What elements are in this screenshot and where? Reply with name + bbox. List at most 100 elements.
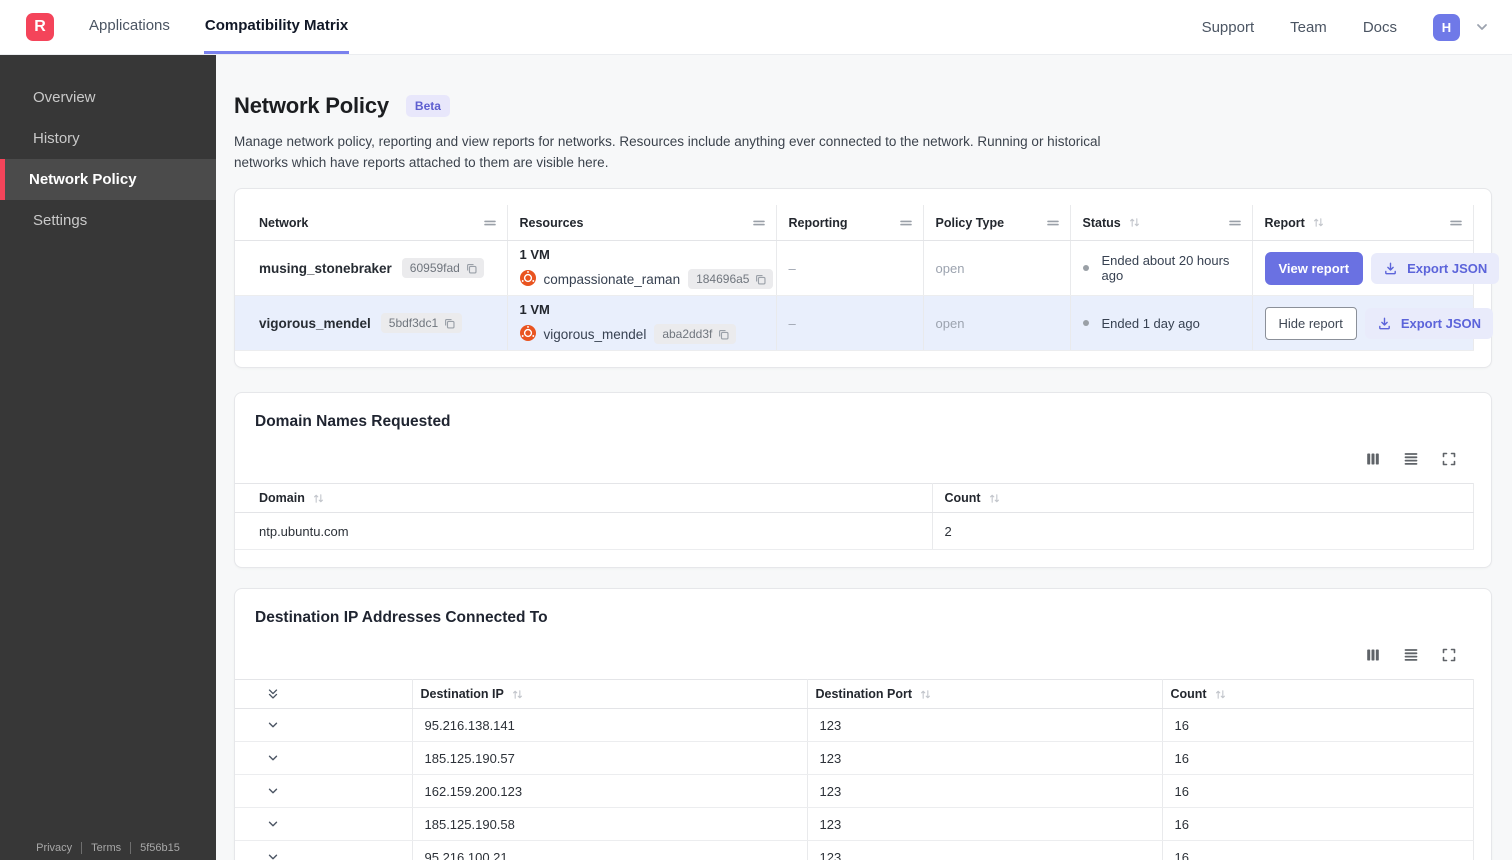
sort-icon	[919, 688, 932, 701]
column-menu-icon[interactable]	[1228, 216, 1242, 230]
chevron-down-icon[interactable]	[266, 784, 280, 798]
domain-cell: ntp.ubuntu.com	[235, 512, 933, 551]
sidebar: Overview History Network Policy Settings…	[0, 55, 216, 860]
status-cell: Ended 1 day ago	[1070, 295, 1253, 352]
column-header-report[interactable]: Report	[1252, 204, 1474, 242]
sort-icon	[511, 688, 524, 701]
ip-row: 95.216.100.21 123 16	[235, 840, 1474, 860]
nav-link-team[interactable]: Team	[1290, 19, 1327, 36]
column-header-domain[interactable]: Domain	[235, 483, 933, 514]
network-cell: musing_stonebraker 60959fad	[235, 240, 508, 297]
beta-badge: Beta	[405, 95, 450, 117]
count-cell: 16	[1162, 774, 1474, 809]
destination-port-cell: 123	[807, 741, 1163, 776]
column-header-count[interactable]: Count	[1162, 679, 1474, 710]
sidebar-item-history[interactable]: History	[0, 118, 216, 159]
chevron-down-icon[interactable]	[266, 751, 280, 765]
rows-icon[interactable]	[1403, 451, 1419, 467]
column-header-resources[interactable]: Resources	[507, 204, 777, 242]
download-icon	[1377, 316, 1392, 331]
status-dot	[1082, 320, 1089, 327]
column-menu-icon[interactable]	[483, 216, 497, 230]
copy-icon[interactable]	[465, 262, 478, 275]
expand-icon[interactable]	[1441, 451, 1457, 467]
domain-row: ntp.ubuntu.com 2	[235, 512, 1474, 551]
sort-icon	[1214, 688, 1227, 701]
column-header-destination-port[interactable]: Destination Port	[807, 679, 1163, 710]
network-id-badge: 60959fad	[401, 258, 484, 279]
chevron-down-icon[interactable]	[266, 718, 280, 732]
column-menu-icon[interactable]	[1046, 216, 1060, 230]
copy-icon[interactable]	[717, 328, 730, 341]
page-description: Manage network policy, reporting and vie…	[234, 134, 1101, 170]
view-report-button[interactable]: View report	[1264, 251, 1364, 285]
column-header-destination-ip[interactable]: Destination IP	[412, 679, 808, 710]
privacy-link[interactable]: Privacy	[27, 842, 81, 854]
card-title: Domain Names Requested	[255, 413, 451, 431]
expand-icon[interactable]	[1441, 647, 1457, 663]
rows-icon[interactable]	[1403, 647, 1419, 663]
sidebar-item-network-policy[interactable]: Network Policy	[0, 159, 216, 200]
app-logo[interactable]: R	[26, 13, 54, 41]
copy-icon[interactable]	[443, 317, 456, 330]
destination-ip-cell: 95.216.138.141	[412, 708, 808, 743]
column-menu-icon[interactable]	[899, 216, 913, 230]
copy-icon[interactable]	[754, 273, 767, 286]
hide-report-button[interactable]: Hide report	[1264, 306, 1357, 340]
double-chevron-down-icon[interactable]	[266, 687, 280, 701]
nav-link-docs[interactable]: Docs	[1363, 19, 1397, 36]
count-cell: 16	[1162, 807, 1474, 842]
column-header-policy-type[interactable]: Policy Type	[923, 204, 1071, 242]
network-policy-table-card: Network Resources Reporting Policy Type	[234, 187, 1500, 369]
network-row: musing_stonebraker 60959fad 1 VM compass…	[235, 240, 1500, 297]
destination-ip-cell: 162.159.200.123	[412, 774, 808, 809]
columns-icon[interactable]	[1365, 451, 1381, 467]
ip-row: 185.125.190.58 123 16	[235, 807, 1474, 842]
destination-port-cell: 123	[807, 708, 1163, 743]
vm-id-badge: aba2dd3f	[654, 324, 737, 345]
tab-applications[interactable]: Applications	[88, 0, 171, 54]
destination-ip-cell: 185.125.190.57	[412, 741, 808, 776]
destination-port-cell: 123	[807, 807, 1163, 842]
columns-icon[interactable]	[1365, 647, 1381, 663]
tab-compatibility-matrix[interactable]: Compatibility Matrix	[203, 0, 350, 54]
expand-all-header[interactable]	[235, 679, 413, 710]
network-cell: vigorous_mendel 5bdf3dc1	[235, 295, 508, 352]
sidebar-item-overview[interactable]: Overview	[0, 77, 216, 118]
destination-port-cell: 123	[807, 840, 1163, 860]
export-json-button[interactable]: Export JSON	[1371, 252, 1500, 284]
chevron-down-icon[interactable]	[266, 850, 280, 860]
policy-type-cell: open	[923, 295, 1071, 352]
reporting-cell: –	[776, 295, 924, 352]
build-version: 5f56b15	[130, 842, 189, 854]
sidebar-item-settings[interactable]: Settings	[0, 200, 216, 241]
ip-row: 95.216.138.141 123 16	[235, 708, 1474, 743]
primary-tabs: Applications Compatibility Matrix	[88, 0, 350, 54]
column-menu-icon[interactable]	[1449, 216, 1463, 230]
chevron-down-icon[interactable]	[1474, 19, 1490, 35]
terms-link[interactable]: Terms	[81, 842, 130, 854]
resources-cell: 1 VM compassionate_raman 184696a5	[507, 240, 777, 297]
column-header-count[interactable]: Count	[932, 483, 1474, 514]
ip-row: 185.125.190.57 123 16	[235, 741, 1474, 776]
column-header-status[interactable]: Status	[1070, 204, 1253, 242]
network-id-badge: 5bdf3dc1	[380, 313, 463, 334]
sort-icon	[312, 492, 325, 505]
ubuntu-icon	[519, 324, 536, 344]
page-title: Network Policy	[234, 93, 389, 118]
export-json-button[interactable]: Export JSON	[1364, 307, 1493, 339]
sort-icon	[1128, 216, 1141, 229]
network-row: vigorous_mendel 5bdf3dc1 1 VM vigorous_m…	[235, 295, 1493, 352]
destination-ip-cell: 95.216.100.21	[412, 840, 808, 860]
resources-cell: 1 VM vigorous_mendel aba2dd3f	[507, 295, 777, 352]
column-menu-icon[interactable]	[752, 216, 766, 230]
destination-port-cell: 123	[807, 774, 1163, 809]
chevron-down-icon[interactable]	[266, 817, 280, 831]
column-header-reporting[interactable]: Reporting	[776, 204, 924, 242]
nav-link-support[interactable]: Support	[1202, 19, 1255, 36]
status-dot	[1082, 265, 1089, 272]
sidebar-footer: Privacy Terms 5f56b15	[0, 842, 216, 854]
avatar[interactable]: H	[1433, 13, 1460, 41]
column-header-network[interactable]: Network	[235, 204, 508, 242]
main-content: Network Policy Beta Manage network polic…	[216, 55, 1512, 860]
